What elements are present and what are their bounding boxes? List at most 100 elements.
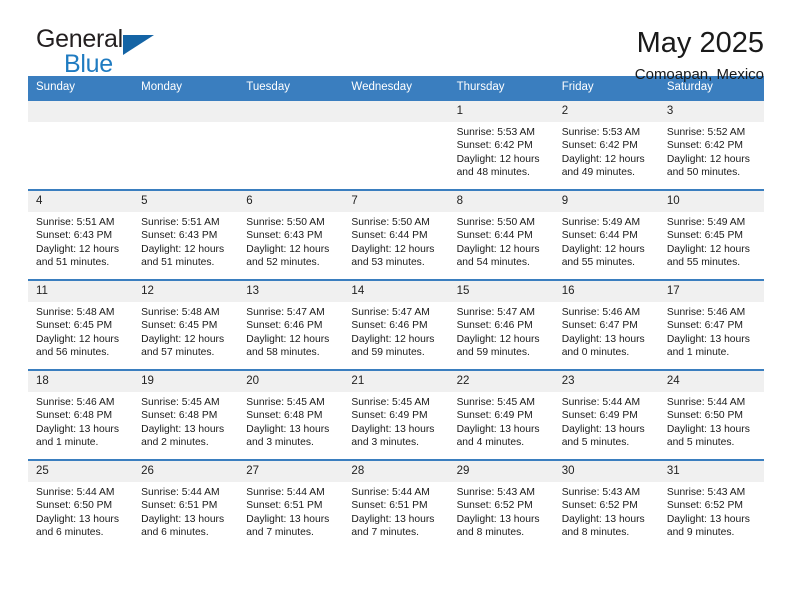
day-number: 31 xyxy=(658,461,764,482)
daylight-text-line1: Daylight: 12 hours xyxy=(36,333,119,345)
day-details: Sunrise: 5:47 AM Sunset: 6:46 PM Daylight:… xyxy=(343,302,448,360)
day-number: 16 xyxy=(553,281,659,302)
sunrise-text: Sunrise: 5:49 AM xyxy=(666,217,746,228)
day-details: Sunrise: 5:47 AM Sunset: 6:46 PM Daylight:… xyxy=(238,302,343,360)
day-cell-inner: 25 Sunrise: 5:44 AM Sunset: 6:50 PM Dayligh… xyxy=(28,461,134,549)
calendar-day-cell[interactable]: 28 Sunrise: 5:44 AM Sunset: 6:51 PM Dayligh… xyxy=(343,459,449,550)
calendar-day-cell[interactable]: 30 Sunrise: 5:43 AM Sunset: 6:52 PM Dayligh… xyxy=(553,459,659,550)
calendar-day-cell[interactable]: 20 Sunrise: 5:45 AM Sunset: 6:48 PM Dayligh… xyxy=(238,369,344,460)
calendar-day-cell[interactable]: 23 Sunrise: 5:44 AM Sunset: 6:49 PM Dayligh… xyxy=(553,369,659,460)
day-details: Sunrise: 5:51 AM Sunset: 6:43 PM Daylight:… xyxy=(133,212,238,270)
sunset-text: Sunset: 6:46 PM xyxy=(246,320,323,332)
sunset-text: Sunset: 6:44 PM xyxy=(351,230,428,242)
calendar-day-cell[interactable]: 24 Sunrise: 5:44 AM Sunset: 6:50 PM Dayligh… xyxy=(658,369,764,460)
brand-logo[interactable]: General Blue xyxy=(28,26,178,80)
calendar-day-cell[interactable]: 11 Sunrise: 5:48 AM Sunset: 6:45 PM Dayligh… xyxy=(28,279,134,370)
daylight-text-line1: Daylight: 13 hours xyxy=(246,513,330,525)
daylight-text-line2: and 5 minutes. xyxy=(666,437,735,449)
sunrise-text: Sunrise: 5:51 AM xyxy=(36,217,115,228)
day-details: Sunrise: 5:46 AM Sunset: 6:48 PM Daylight:… xyxy=(28,392,133,450)
day-number: 8 xyxy=(448,191,554,212)
calendar-day-cell[interactable]: 1 Sunrise: 5:53 AM Sunset: 6:42 PM Daylight… xyxy=(448,99,554,190)
calendar-day-cell[interactable]: 15 Sunrise: 5:47 AM Sunset: 6:46 PM Dayligh… xyxy=(448,279,554,370)
calendar-day-cell[interactable]: 19 Sunrise: 5:45 AM Sunset: 6:48 PM Dayligh… xyxy=(133,369,239,460)
calendar-day-cell[interactable]: 7 Sunrise: 5:50 AM Sunset: 6:44 PM Daylight… xyxy=(343,189,449,280)
calendar-day-cell[interactable]: 4 Sunrise: 5:51 AM Sunset: 6:43 PM Daylight… xyxy=(28,189,134,280)
day-details: Sunrise: 5:45 AM Sunset: 6:49 PM Daylight:… xyxy=(343,392,448,450)
day-details: Sunrise: 5:43 AM Sunset: 6:52 PM Daylight:… xyxy=(449,482,554,540)
sunset-text: Sunset: 6:48 PM xyxy=(36,410,113,422)
sunrise-text: Sunrise: 5:51 AM xyxy=(141,217,220,228)
day-number: 1 xyxy=(448,101,554,122)
day-cell-inner: 8 Sunrise: 5:50 AM Sunset: 6:44 PM Daylight… xyxy=(448,191,554,279)
day-cell-inner: 3 Sunrise: 5:52 AM Sunset: 6:42 PM Daylight… xyxy=(658,101,764,189)
calendar-day-cell[interactable]: 22 Sunrise: 5:45 AM Sunset: 6:49 PM Dayligh… xyxy=(448,369,554,460)
sunrise-text: Sunrise: 5:44 AM xyxy=(351,487,430,498)
day-cell-inner: 28 Sunrise: 5:44 AM Sunset: 6:51 PM Dayligh… xyxy=(343,461,449,549)
day-cell-inner: 31 Sunrise: 5:43 AM Sunset: 6:52 PM Dayligh… xyxy=(658,461,764,549)
calendar-day-cell[interactable]: 13 Sunrise: 5:47 AM Sunset: 6:46 PM Dayligh… xyxy=(238,279,344,370)
calendar-day-cell[interactable]: 3 Sunrise: 5:52 AM Sunset: 6:42 PM Daylight… xyxy=(658,99,764,190)
calendar-day-cell[interactable]: 14 Sunrise: 5:47 AM Sunset: 6:46 PM Dayligh… xyxy=(343,279,449,370)
sunrise-text: Sunrise: 5:49 AM xyxy=(561,217,641,228)
daylight-text-line2: and 51 minutes. xyxy=(36,257,110,269)
daylight-text-line1: Daylight: 13 hours xyxy=(561,333,645,345)
day-cell-inner xyxy=(238,101,344,189)
day-number: 30 xyxy=(553,461,659,482)
day-cell-inner xyxy=(133,101,239,189)
sunrise-text: Sunrise: 5:50 AM xyxy=(456,217,535,228)
daylight-text-line2: and 58 minutes. xyxy=(246,347,320,359)
daylight-text-line1: Daylight: 13 hours xyxy=(561,513,645,525)
day-cell-inner: 5 Sunrise: 5:51 AM Sunset: 6:43 PM Daylight… xyxy=(133,191,239,279)
sunset-text: Sunset: 6:48 PM xyxy=(246,410,323,422)
day-number: 10 xyxy=(658,191,764,212)
calendar-day-cell[interactable]: 2 Sunrise: 5:53 AM Sunset: 6:42 PM Daylight… xyxy=(553,99,659,190)
day-number: 22 xyxy=(448,371,554,392)
daylight-text-line1: Daylight: 12 hours xyxy=(36,243,119,255)
calendar-day-cell[interactable]: 29 Sunrise: 5:43 AM Sunset: 6:52 PM Dayligh… xyxy=(448,459,554,550)
day-cell-inner: 1 Sunrise: 5:53 AM Sunset: 6:42 PM Daylight… xyxy=(448,101,554,189)
sunset-text: Sunset: 6:45 PM xyxy=(36,320,113,332)
calendar-day-cell[interactable]: 27 Sunrise: 5:44 AM Sunset: 6:51 PM Dayligh… xyxy=(238,459,344,550)
calendar-day-cell[interactable]: 17 Sunrise: 5:46 AM Sunset: 6:47 PM Dayligh… xyxy=(658,279,764,370)
calendar-day-cell[interactable]: 6 Sunrise: 5:50 AM Sunset: 6:43 PM Daylight… xyxy=(238,189,344,280)
sunrise-text: Sunrise: 5:44 AM xyxy=(36,487,115,498)
daylight-text-line1: Daylight: 13 hours xyxy=(351,423,435,435)
sunset-text: Sunset: 6:44 PM xyxy=(561,230,638,242)
sunset-text: Sunset: 6:46 PM xyxy=(351,320,428,332)
calendar-day-cell[interactable]: 16 Sunrise: 5:46 AM Sunset: 6:47 PM Dayligh… xyxy=(553,279,659,370)
sunset-text: Sunset: 6:42 PM xyxy=(456,140,533,152)
calendar-table: Sunday Monday Tuesday Wednesday Thursday… xyxy=(28,76,764,550)
day-cell-inner: 21 Sunrise: 5:45 AM Sunset: 6:49 PM Dayligh… xyxy=(343,371,449,459)
day-cell-inner: 9 Sunrise: 5:49 AM Sunset: 6:44 PM Daylight… xyxy=(553,191,659,279)
sunset-text: Sunset: 6:49 PM xyxy=(456,410,533,422)
calendar-day-cell[interactable]: 9 Sunrise: 5:49 AM Sunset: 6:44 PM Daylight… xyxy=(553,189,659,280)
calendar-day-cell[interactable]: 12 Sunrise: 5:48 AM Sunset: 6:45 PM Dayligh… xyxy=(133,279,239,370)
day-details: Sunrise: 5:43 AM Sunset: 6:52 PM Daylight:… xyxy=(659,482,764,540)
calendar-day-cell[interactable]: 5 Sunrise: 5:51 AM Sunset: 6:43 PM Daylight… xyxy=(133,189,239,280)
daylight-text-line2: and 51 minutes. xyxy=(141,257,215,269)
calendar-day-cell[interactable]: 26 Sunrise: 5:44 AM Sunset: 6:51 PM Dayligh… xyxy=(133,459,239,550)
calendar-day-cell[interactable]: 18 Sunrise: 5:46 AM Sunset: 6:48 PM Dayligh… xyxy=(28,369,134,460)
daylight-text-line1: Daylight: 13 hours xyxy=(456,423,540,435)
day-details: Sunrise: 5:50 AM Sunset: 6:44 PM Daylight:… xyxy=(449,212,554,270)
day-number: 11 xyxy=(28,281,134,302)
day-details: Sunrise: 5:51 AM Sunset: 6:43 PM Daylight:… xyxy=(28,212,133,270)
calendar-day-cell[interactable]: 21 Sunrise: 5:45 AM Sunset: 6:49 PM Dayligh… xyxy=(343,369,449,460)
sunset-text: Sunset: 6:43 PM xyxy=(141,230,218,242)
sunset-text: Sunset: 6:51 PM xyxy=(141,500,218,512)
day-cell-inner: 18 Sunrise: 5:46 AM Sunset: 6:48 PM Dayligh… xyxy=(28,371,134,459)
calendar-day-cell[interactable]: 25 Sunrise: 5:44 AM Sunset: 6:50 PM Dayligh… xyxy=(28,459,134,550)
day-details: Sunrise: 5:45 AM Sunset: 6:48 PM Daylight:… xyxy=(238,392,343,450)
daylight-text-line2: and 5 minutes. xyxy=(561,437,630,449)
day-details: Sunrise: 5:49 AM Sunset: 6:44 PM Daylight:… xyxy=(554,212,659,270)
sunrise-text: Sunrise: 5:52 AM xyxy=(666,127,746,138)
day-number: 27 xyxy=(238,461,344,482)
calendar-day-cell[interactable]: 8 Sunrise: 5:50 AM Sunset: 6:44 PM Daylight… xyxy=(448,189,554,280)
calendar-day-cell[interactable]: 10 Sunrise: 5:49 AM Sunset: 6:45 PM Dayligh… xyxy=(658,189,764,280)
day-cell-inner: 27 Sunrise: 5:44 AM Sunset: 6:51 PM Dayligh… xyxy=(238,461,344,549)
calendar-day-cell[interactable]: 31 Sunrise: 5:43 AM Sunset: 6:52 PM Dayligh… xyxy=(658,459,764,550)
day-details: Sunrise: 5:50 AM Sunset: 6:43 PM Daylight:… xyxy=(238,212,343,270)
day-details: Sunrise: 5:47 AM Sunset: 6:46 PM Daylight:… xyxy=(449,302,554,360)
day-cell-inner: 7 Sunrise: 5:50 AM Sunset: 6:44 PM Daylight… xyxy=(343,191,449,279)
